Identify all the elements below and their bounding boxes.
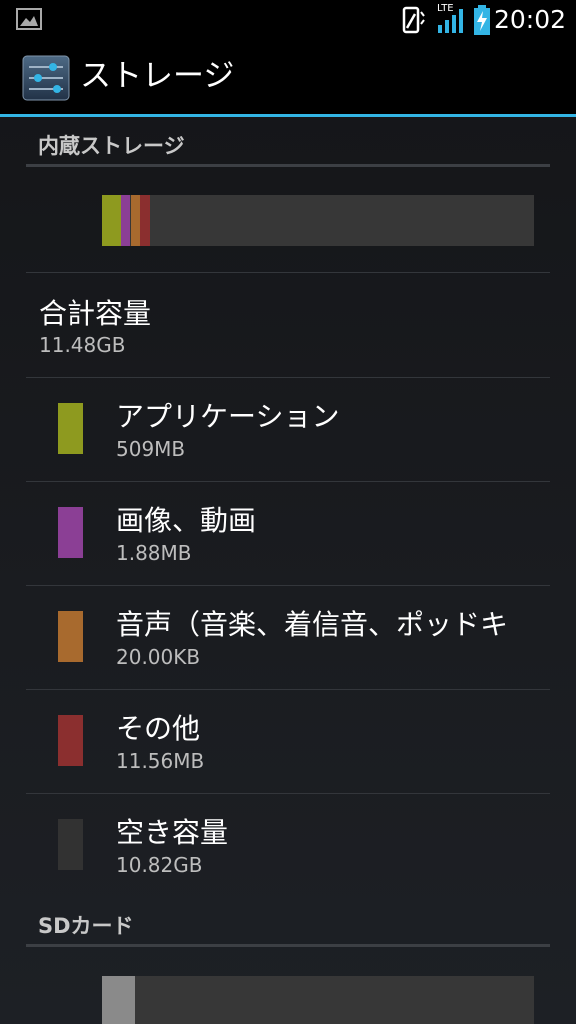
category-title: アプリケーション — [116, 400, 340, 433]
total-capacity-value: 11.48GB — [39, 333, 126, 357]
image-notification-icon — [16, 8, 42, 34]
usage-segment-apps — [102, 195, 121, 246]
section-header-internal-storage: 内蔵ストレージ — [38, 134, 185, 158]
action-bar-divider — [0, 114, 576, 117]
settings-sliders-icon[interactable] — [22, 55, 70, 101]
color-swatch-images — [58, 507, 83, 558]
usage-segment-images — [120, 195, 131, 246]
status-clock: 20:02 — [493, 5, 566, 34]
usage-segment-other — [139, 195, 151, 246]
color-swatch-other — [58, 715, 83, 766]
divider — [26, 689, 550, 690]
usage-segment-audio — [130, 195, 140, 246]
page-title: ストレージ — [80, 58, 235, 94]
category-title: 空き容量 — [116, 816, 229, 849]
category-title: その他 — [116, 712, 201, 745]
divider — [26, 585, 550, 586]
category-title: 音声（音楽、着信音、ポッドキ — [116, 608, 509, 641]
divider — [26, 793, 550, 794]
section-rule — [26, 164, 550, 167]
divider — [26, 481, 550, 482]
category-value: 1.88MB — [116, 541, 192, 565]
sd-card-usage-bar — [102, 976, 534, 1024]
battery-charging-icon — [473, 5, 491, 39]
divider — [26, 377, 550, 378]
total-capacity-label: 合計容量 — [39, 297, 152, 330]
color-swatch-audio — [58, 611, 83, 662]
vibrate-icon — [400, 6, 428, 38]
internal-storage-usage-bar — [102, 195, 534, 246]
category-value: 10.82GB — [116, 853, 203, 877]
section-rule — [26, 944, 550, 947]
category-value: 20.00KB — [116, 645, 201, 669]
signal-icon — [438, 9, 464, 37]
color-swatch-apps — [58, 403, 83, 454]
divider — [26, 272, 550, 273]
color-swatch-free — [58, 819, 83, 870]
screen: LTE 20:02 ストレージ 内蔵ストレージ 合計容量 11.48GB アプリ… — [0, 0, 576, 1024]
section-header-sd-card: SDカード — [38, 914, 134, 938]
category-title: 画像、動画 — [116, 504, 257, 537]
status-bar: LTE 20:02 — [0, 0, 576, 40]
usage-segment-used — [102, 976, 135, 1024]
category-value: 509MB — [116, 437, 186, 461]
category-value: 11.56MB — [116, 749, 205, 773]
